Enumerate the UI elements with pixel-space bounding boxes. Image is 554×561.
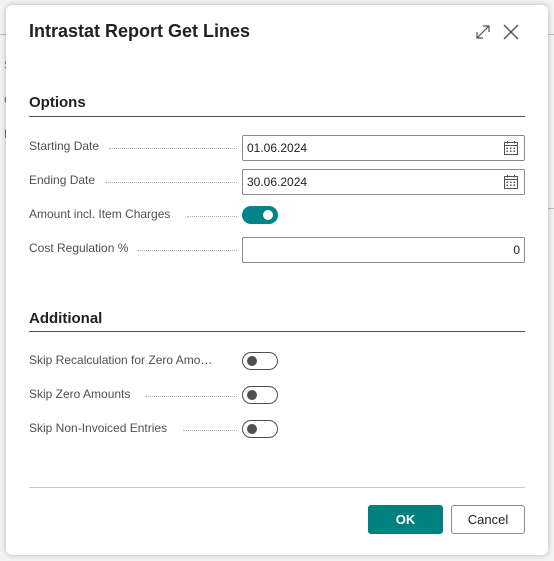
calendar-icon[interactable]	[503, 140, 519, 156]
label-leader	[109, 148, 237, 149]
label-leader	[183, 430, 237, 431]
additional-section-divider	[29, 331, 525, 332]
background-divider	[548, 208, 554, 209]
ending-date-value: 30.06.2024	[247, 175, 308, 189]
skip-recalculation-row: Skip Recalculation for Zero Amo…	[29, 349, 525, 375]
background-divider	[548, 34, 554, 35]
skip-zero-amounts-toggle[interactable]	[242, 386, 278, 404]
cost-regulation-label: Cost Regulation %	[29, 241, 129, 255]
options-section-title: Options	[29, 94, 86, 111]
footer-divider	[29, 487, 525, 488]
ending-date-row: Ending Date 30.06.2024	[29, 169, 525, 195]
label-leader	[105, 182, 237, 183]
toggle-knob	[247, 424, 257, 434]
skip-recalculation-toggle[interactable]	[242, 352, 278, 370]
amount-incl-item-charges-row: Amount incl. Item Charges	[29, 203, 525, 229]
skip-non-invoiced-toggle[interactable]	[242, 420, 278, 438]
skip-non-invoiced-row: Skip Non-Invoiced Entries	[29, 417, 525, 443]
toggle-knob	[247, 390, 257, 400]
intrastat-get-lines-dialog: Intrastat Report Get Lines Options Start…	[6, 5, 548, 555]
toggle-knob	[247, 356, 257, 366]
skip-non-invoiced-label: Skip Non-Invoiced Entries	[29, 421, 168, 435]
options-section-divider	[29, 116, 525, 117]
cancel-button[interactable]: Cancel	[451, 505, 525, 534]
cost-regulation-value: 0	[513, 243, 520, 257]
ending-date-field[interactable]: 30.06.2024	[242, 169, 525, 195]
starting-date-label: Starting Date	[29, 139, 100, 153]
label-leader	[145, 396, 237, 397]
cost-regulation-field[interactable]: 0	[242, 237, 525, 263]
calendar-icon[interactable]	[503, 174, 519, 190]
ok-button[interactable]: OK	[368, 505, 443, 534]
toggle-knob	[263, 210, 273, 220]
label-leader	[187, 216, 237, 217]
amount-incl-item-charges-label: Amount incl. Item Charges	[29, 207, 171, 221]
amount-incl-item-charges-toggle[interactable]	[242, 206, 278, 224]
label-leader	[137, 250, 237, 251]
additional-section-title: Additional	[29, 310, 103, 327]
starting-date-value: 01.06.2024	[247, 141, 308, 155]
skip-zero-amounts-row: Skip Zero Amounts	[29, 383, 525, 409]
close-icon[interactable]	[501, 22, 521, 42]
dialog-title: Intrastat Report Get Lines	[29, 21, 251, 41]
ending-date-label: Ending Date	[29, 173, 96, 187]
skip-recalculation-label: Skip Recalculation for Zero Amo…	[29, 353, 213, 367]
starting-date-field[interactable]: 01.06.2024	[242, 135, 525, 161]
starting-date-row: Starting Date 01.06.2024	[29, 135, 525, 161]
cost-regulation-row: Cost Regulation % 0	[29, 237, 525, 263]
expand-icon[interactable]	[473, 22, 493, 42]
skip-zero-amounts-label: Skip Zero Amounts	[29, 387, 131, 401]
